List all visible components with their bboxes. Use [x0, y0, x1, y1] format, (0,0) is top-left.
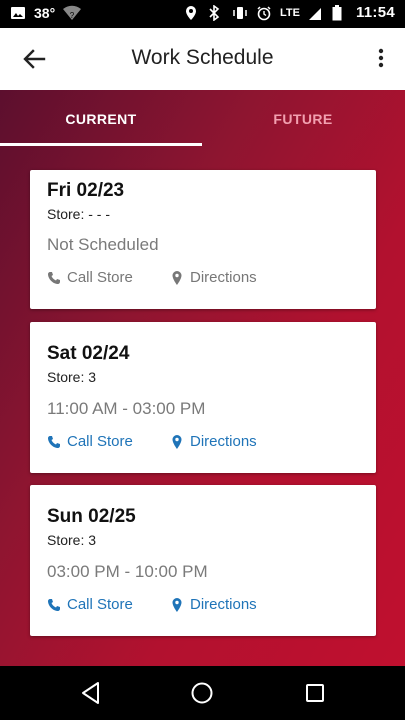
battery-icon [332, 4, 348, 21]
shift-card[interactable]: Fri 02/23 Store: - - - Not Scheduled Cal… [30, 170, 376, 309]
shift-store: Store: 3 [47, 369, 97, 385]
tab-future[interactable]: FUTURE [202, 90, 404, 146]
shift-store: Store: - - - [47, 206, 111, 222]
shift-time: 03:00 PM - 10:00 PM [47, 562, 208, 581]
tab-indicator [0, 143, 202, 146]
temperature: 38° [34, 5, 56, 21]
location-pin-icon [172, 597, 182, 612]
phone-icon [48, 435, 60, 448]
call-store-button[interactable]: Call Store [47, 433, 133, 450]
image-notification-icon [10, 5, 26, 21]
tab-current[interactable]: CURRENT [0, 90, 202, 146]
nav-back-button[interactable] [78, 680, 104, 706]
triangle-back-icon [82, 682, 99, 704]
directions-button[interactable]: Directions [170, 433, 257, 450]
directions-button[interactable]: Directions [170, 269, 257, 286]
schedule-content: CURRENT FUTURE Fri 02/23 Store: - - - No… [0, 90, 405, 666]
page-title: Work Schedule [131, 46, 274, 69]
app-bar: Work Schedule [0, 28, 405, 90]
shift-card[interactable]: Sat 02/24 Store: 3 11:00 AM - 03:00 PM C… [30, 322, 376, 473]
signal-icon [308, 5, 324, 21]
circle-home-icon [191, 682, 213, 704]
status-bar: 38° ? LTE 11:54 [0, 0, 405, 28]
location-pin-icon [172, 434, 182, 449]
vibrate-icon [232, 5, 248, 21]
call-store-button[interactable]: Call Store [47, 269, 133, 286]
shift-card[interactable]: Sun 02/25 Store: 3 03:00 PM - 10:00 PM C… [30, 485, 376, 636]
shift-time: Not Scheduled [47, 235, 159, 254]
shift-date: Fri 02/23 [47, 180, 125, 201]
call-store-label: Call Store [67, 269, 133, 286]
directions-label: Directions [190, 596, 257, 613]
bluetooth-icon [208, 3, 224, 22]
tab-bar: CURRENT FUTURE [0, 90, 405, 146]
shift-store: Store: 3 [47, 532, 97, 548]
shift-date: Sat 02/24 [47, 343, 130, 364]
directions-label: Directions [190, 269, 257, 286]
clock: 11:54 [355, 4, 395, 21]
location-pin-icon [172, 270, 182, 285]
system-nav-bar [0, 666, 405, 720]
call-store-label: Call Store [67, 596, 133, 613]
overflow-menu-button[interactable] [369, 44, 393, 74]
nav-home-button[interactable] [189, 680, 215, 706]
phone-icon [48, 271, 60, 284]
directions-button[interactable]: Directions [170, 596, 257, 613]
more-vert-icon [378, 48, 384, 68]
square-recents-icon [306, 684, 324, 702]
location-icon [184, 5, 200, 21]
nav-recents-button[interactable] [302, 680, 328, 706]
shift-time: 11:00 AM - 03:00 PM [47, 399, 206, 418]
shift-date: Sun 02/25 [47, 506, 136, 527]
phone-icon [48, 598, 60, 611]
wifi-icon: ? [63, 5, 82, 21]
alarm-icon [256, 5, 272, 21]
call-store-label: Call Store [67, 433, 133, 450]
call-store-button[interactable]: Call Store [47, 596, 133, 613]
svg-text:?: ? [70, 11, 75, 20]
network-type: LTE [279, 6, 300, 19]
directions-label: Directions [190, 433, 257, 450]
